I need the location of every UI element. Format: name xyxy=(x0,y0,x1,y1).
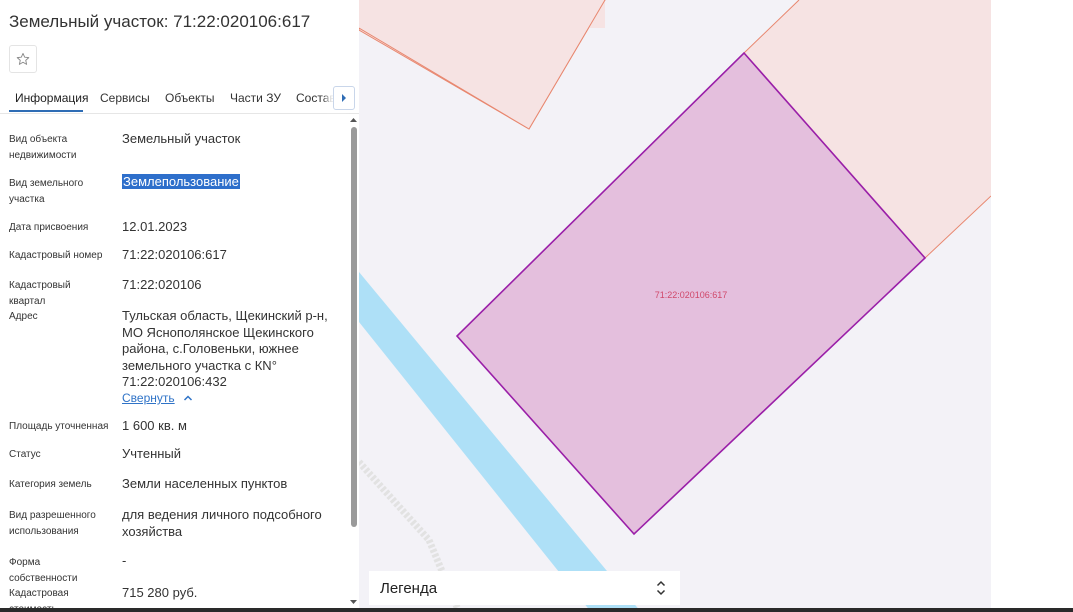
properties-list: Вид объекта недвижимости Земельный участ… xyxy=(0,0,348,612)
expand-collapse-icon[interactable] xyxy=(656,579,666,597)
selected-text: Землепользование xyxy=(122,174,240,189)
parcel-label: 71:22:020106:617 xyxy=(655,290,728,300)
blank-area xyxy=(991,0,1073,612)
legend-panel[interactable]: Легенда xyxy=(369,571,680,605)
collapse-link[interactable]: Свернуть xyxy=(122,391,193,405)
property-label: Вид объекта недвижимости xyxy=(9,134,77,161)
property-label: Адрес xyxy=(9,311,38,322)
property-value: Учтенный xyxy=(122,446,182,461)
property-label: Форма собственности xyxy=(9,557,78,584)
property-label: Площадь уточненная xyxy=(9,421,109,432)
neighbor-parcel-area xyxy=(359,0,605,129)
property-label: Кадастровый номер xyxy=(9,250,103,261)
property-value: для ведения личного подсобного хозяйства xyxy=(122,507,322,539)
scrollbar-thumb[interactable] xyxy=(351,127,357,527)
scroll-up-icon[interactable] xyxy=(349,116,358,124)
legend-label: Легенда xyxy=(380,579,438,597)
property-value: 71:22:020106:617 xyxy=(122,247,227,262)
property-value: 715 280 руб. xyxy=(122,585,198,600)
property-value: Землепользование xyxy=(122,174,342,191)
property-value: 12.01.2023 xyxy=(122,219,188,234)
property-value: 1 600 кв. м xyxy=(122,418,187,433)
scroll-down-icon[interactable] xyxy=(349,598,358,606)
collapse-label: Свернуть xyxy=(122,391,175,405)
info-panel: Земельный участок: 71:22:020106:617 Инфо… xyxy=(0,0,359,612)
property-label: Статус xyxy=(9,449,41,460)
property-value: 71:22:020106 xyxy=(122,277,202,292)
property-label: Вид земельного участка xyxy=(9,178,84,205)
chevron-up-icon xyxy=(183,395,192,401)
address-value: Тульская область, Щекинский р-н, МО Ясно… xyxy=(122,308,328,389)
property-value: Земли населенных пунктов xyxy=(122,476,288,491)
map-canvas[interactable]: 71:22:020106:617 xyxy=(359,0,991,612)
property-label: Категория земель xyxy=(9,479,92,490)
property-value: - xyxy=(122,553,127,568)
bottom-edge xyxy=(0,608,1073,612)
property-label: Кадастровый квартал xyxy=(9,280,71,307)
property-label: Вид разрешенного использования xyxy=(9,510,96,537)
property-label: Дата присвоения xyxy=(9,222,89,233)
property-value: Земельный участок xyxy=(122,131,241,146)
map-view[interactable]: 71:22:020106:617 xyxy=(359,0,991,612)
